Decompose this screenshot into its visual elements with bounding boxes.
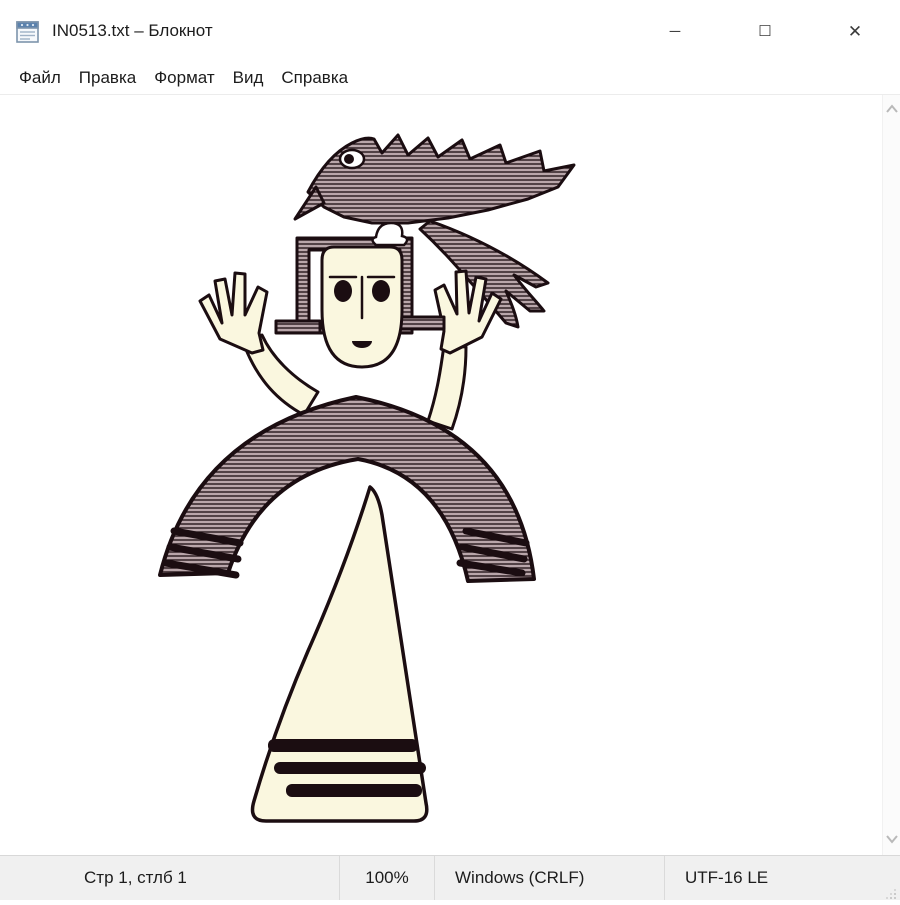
skirt-stripe-1 [268,739,418,752]
notepad-icon [14,18,41,45]
skirt-stripe-3 [286,784,422,797]
left-ear-bar [276,321,320,333]
text-area[interactable] [0,95,900,855]
notepad-window: IN0513.txt – Блокнот ─ ☐ ✕ Файл Правка Ф… [0,0,900,900]
vertical-scrollbar[interactable] [882,95,900,855]
maximize-button[interactable]: ☐ [720,0,810,62]
menu-help[interactable]: Справка [272,68,357,88]
hair-tuft [373,223,408,245]
encoding: UTF-16 LE [665,856,900,900]
left-hand [200,273,267,353]
scroll-down-icon[interactable] [885,831,899,849]
resize-grip-icon[interactable] [885,885,897,897]
zoom-level: 100% [340,856,435,900]
ascii-art-drawing [0,95,882,855]
bird-pupil [344,154,354,164]
close-icon: ✕ [848,23,862,40]
bird-body [308,135,574,223]
titlebar-left: IN0513.txt – Блокнот [0,18,213,45]
skirt-stripe-2 [274,762,426,774]
close-button[interactable]: ✕ [810,0,900,62]
titlebar[interactable]: IN0513.txt – Блокнот ─ ☐ ✕ [0,0,900,62]
menu-edit[interactable]: Правка [70,68,145,88]
menubar: Файл Правка Формат Вид Справка [0,62,900,95]
statusbar: Стр 1, стлб 1 100% Windows (CRLF) UTF-16… [0,855,900,900]
left-eye [334,280,352,302]
minimize-button[interactable]: ─ [630,0,720,62]
menu-file[interactable]: Файл [10,68,70,88]
minimize-icon: ─ [670,24,681,39]
cursor-position: Стр 1, стлб 1 [0,856,340,900]
window-controls: ─ ☐ ✕ [630,0,900,62]
window-title: IN0513.txt – Блокнот [52,21,213,41]
right-eye [372,280,390,302]
maximize-icon: ☐ [758,24,771,39]
right-ear-bar [398,317,444,329]
line-ending: Windows (CRLF) [435,856,665,900]
scroll-up-icon[interactable] [885,101,899,119]
menu-format[interactable]: Формат [145,68,223,88]
menu-view[interactable]: Вид [224,68,273,88]
right-arm [428,345,466,429]
